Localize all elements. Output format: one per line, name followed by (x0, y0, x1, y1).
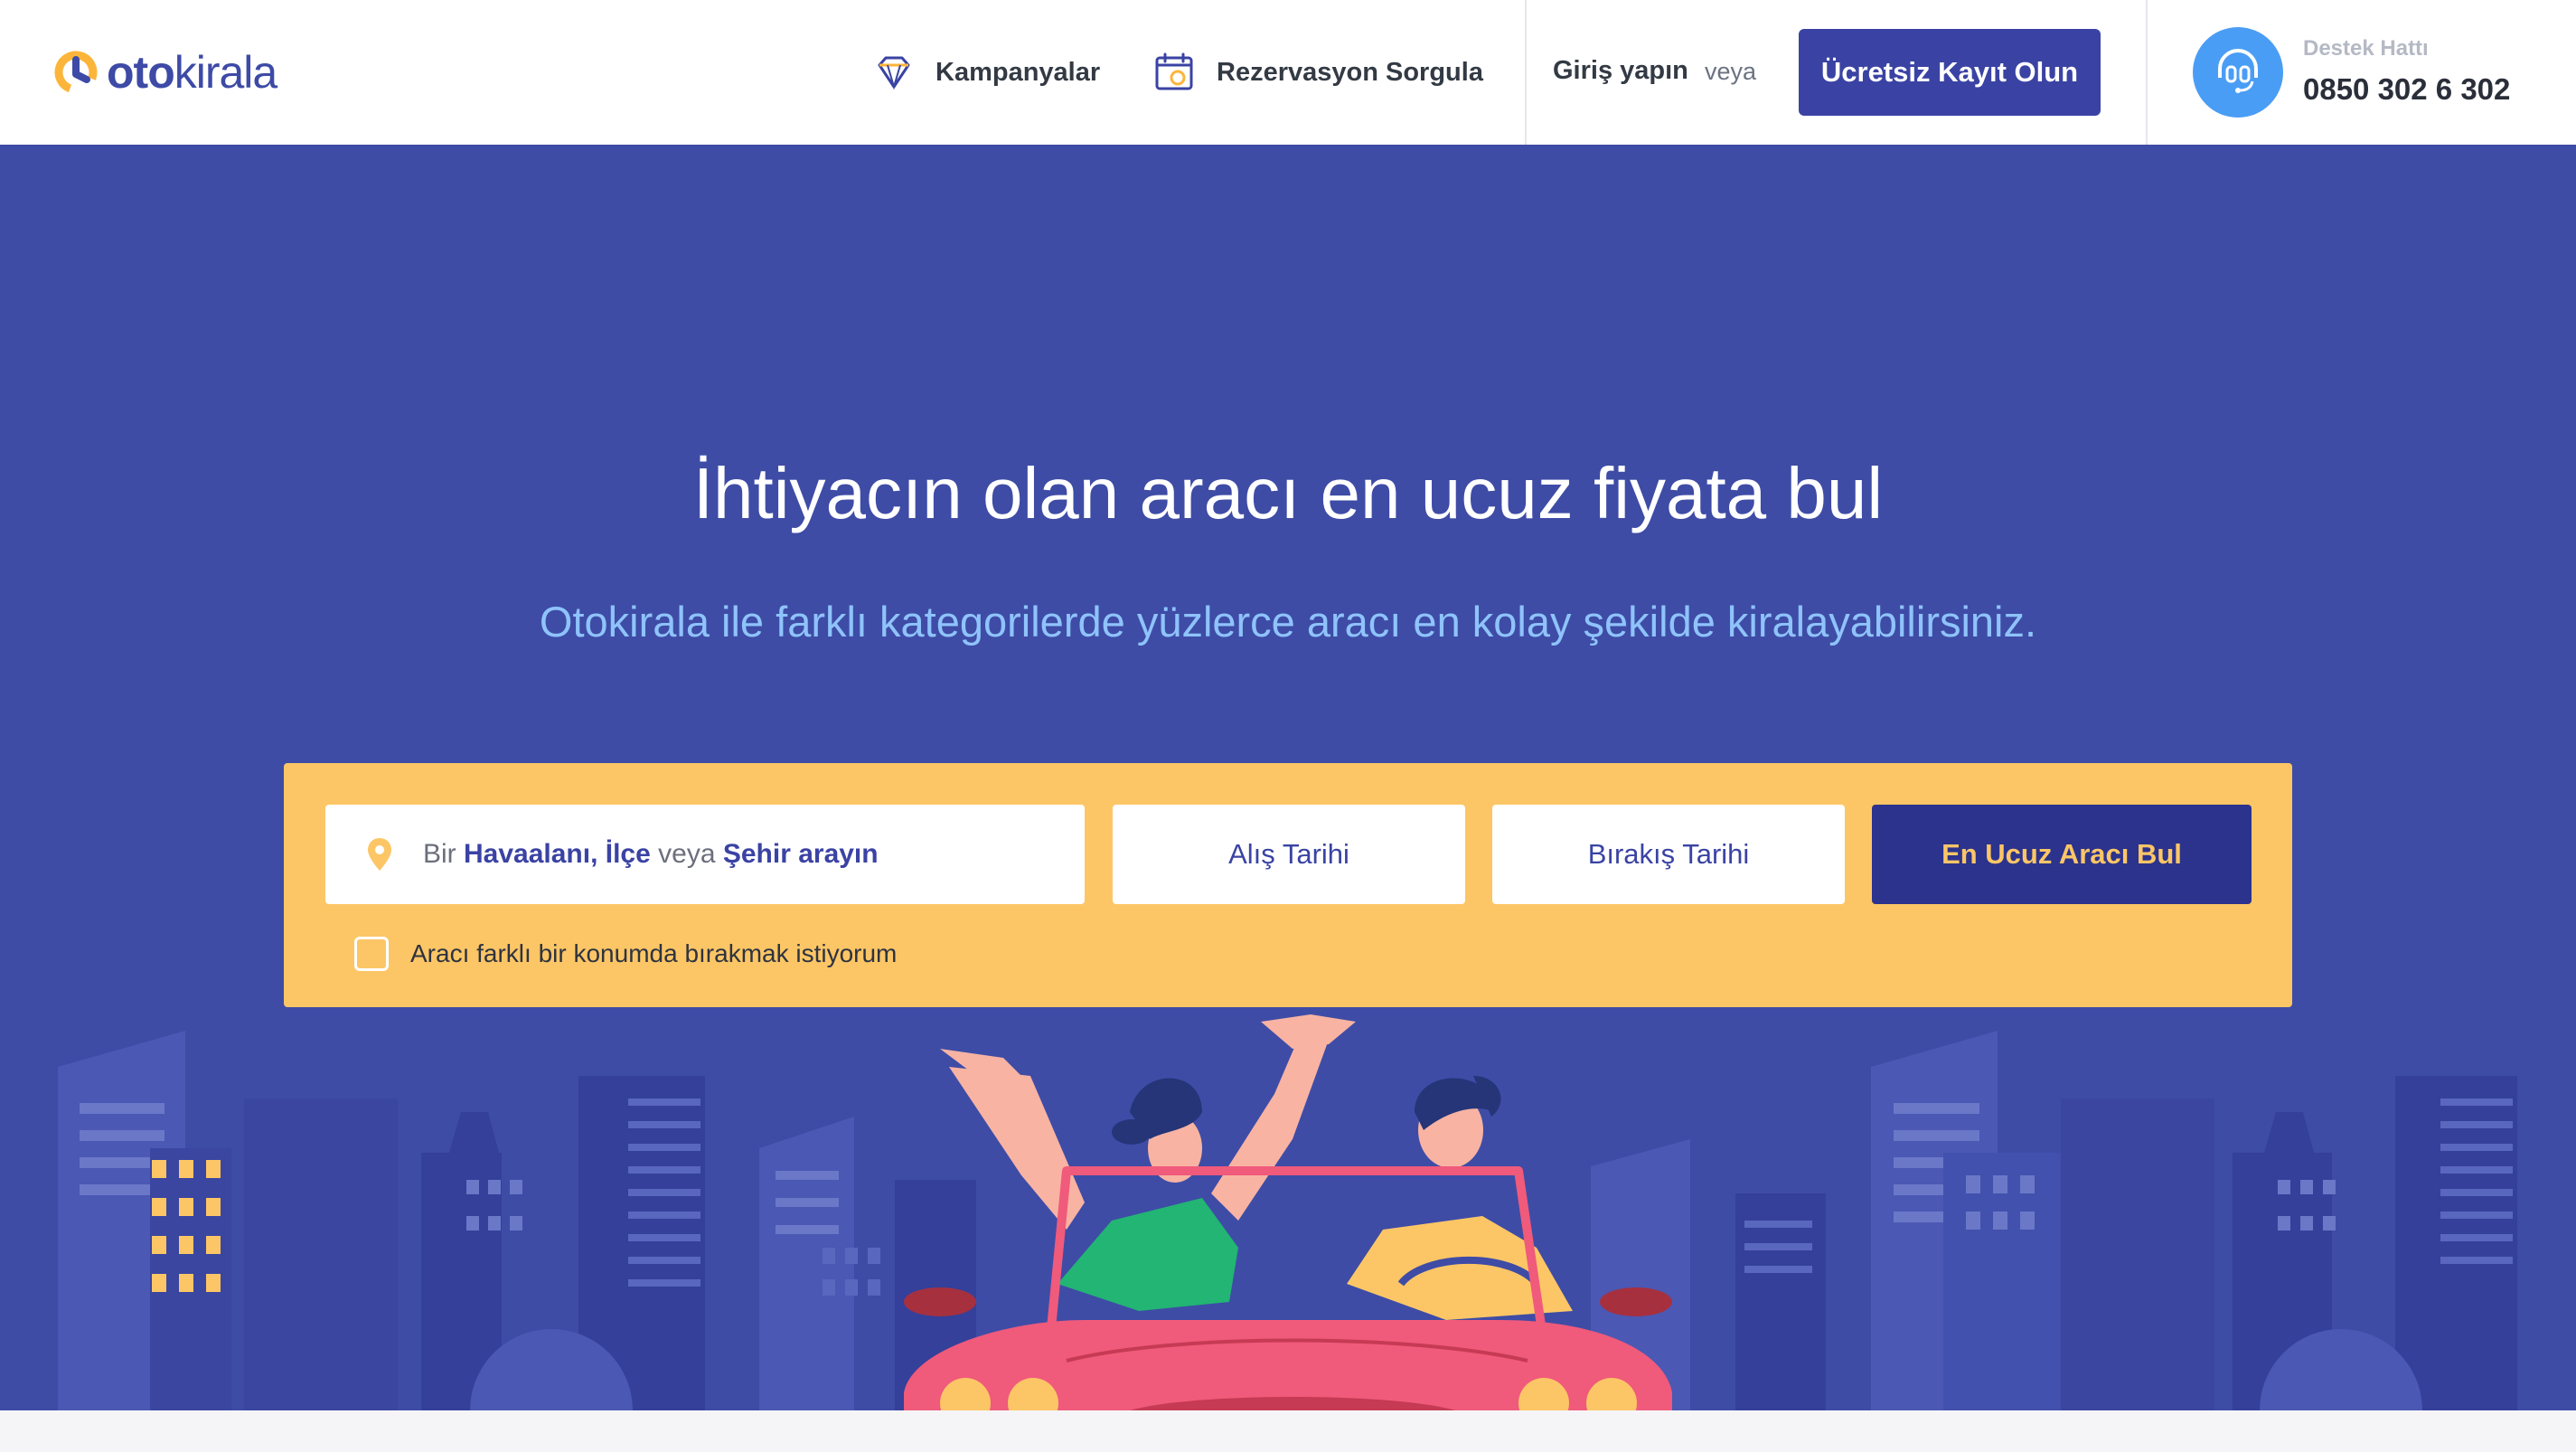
nav-campaigns[interactable]: Kampanyalar (872, 47, 1100, 98)
hero-subtitle: Otokirala ile farklı kategorilerde yüzle… (539, 598, 2037, 646)
logo[interactable]: otokirala (52, 43, 277, 101)
diamond-icon (878, 56, 910, 90)
pickup-date-field[interactable]: Alış Tarihi (1113, 805, 1465, 904)
different-location-checkbox[interactable] (354, 937, 389, 971)
headset-icon (2218, 49, 2258, 93)
find-cheapest-car-button[interactable]: En Ucuz Aracı Bul (1872, 805, 2252, 904)
header-divider (1525, 0, 1527, 145)
placeholder-part: Bir (423, 839, 464, 869)
nav-booking-query[interactable]: Rezervasyon Sorgula (1153, 47, 1483, 98)
header-divider (2146, 0, 2148, 145)
woman-figure (940, 1014, 1356, 1311)
placeholder-part-bold: Şehir arayın (722, 839, 879, 869)
location-pin-icon (368, 838, 391, 871)
placeholder-part-bold: Havaalanı, İlçe (464, 839, 651, 869)
support-label: Destek Hattı (2303, 36, 2429, 61)
support-phone[interactable]: 0850 302 6 302 (2303, 72, 2510, 107)
nav-booking-query-label: Rezervasyon Sorgula (1217, 57, 1483, 87)
logo-text-light: kirala (174, 47, 277, 98)
or-text: veya (1705, 58, 1757, 85)
dropoff-date-field[interactable]: Bırakış Tarihi (1492, 805, 1845, 904)
calendar-search-icon (1155, 52, 1193, 90)
signup-button[interactable]: Ücretsiz Kayıt Olun (1799, 29, 2101, 116)
search-panel: Bir Havaalanı, İlçe veya Şehir arayın Al… (284, 763, 2292, 1007)
logo-text-bold: oto (107, 47, 175, 98)
different-location-option[interactable]: Aracı farklı bir konumda bırakmak istiyo… (354, 937, 897, 971)
different-location-label: Aracı farklı bir konumda bırakmak istiyo… (410, 939, 898, 967)
support-icon-badge (2193, 27, 2283, 118)
logo-text: otokirala (107, 46, 277, 99)
login-link[interactable]: Giriş yapın (1553, 56, 1688, 86)
city-buildings-left (58, 1031, 976, 1410)
location-search-input[interactable]: Bir Havaalanı, İlçe veya Şehir arayın (325, 805, 1085, 904)
location-search-placeholder: Bir Havaalanı, İlçe veya Şehir arayın (423, 839, 879, 870)
site-header: otokirala Kampanyalar Rezervasyon Sorgul… (0, 0, 2576, 145)
nav-campaigns-label: Kampanyalar (935, 57, 1101, 87)
page-bottom-strip (0, 1410, 2576, 1452)
hero-title: İhtiyacın olan aracı en ucuz fiyata bul (692, 453, 1884, 533)
logo-icon (54, 51, 98, 94)
placeholder-part: veya (650, 839, 723, 869)
city-buildings-right (1591, 1031, 2517, 1410)
hero-illustration (58, 1014, 2517, 1410)
hero-section: İhtiyacın olan aracı en ucuz fiyata bul … (0, 145, 2576, 1410)
